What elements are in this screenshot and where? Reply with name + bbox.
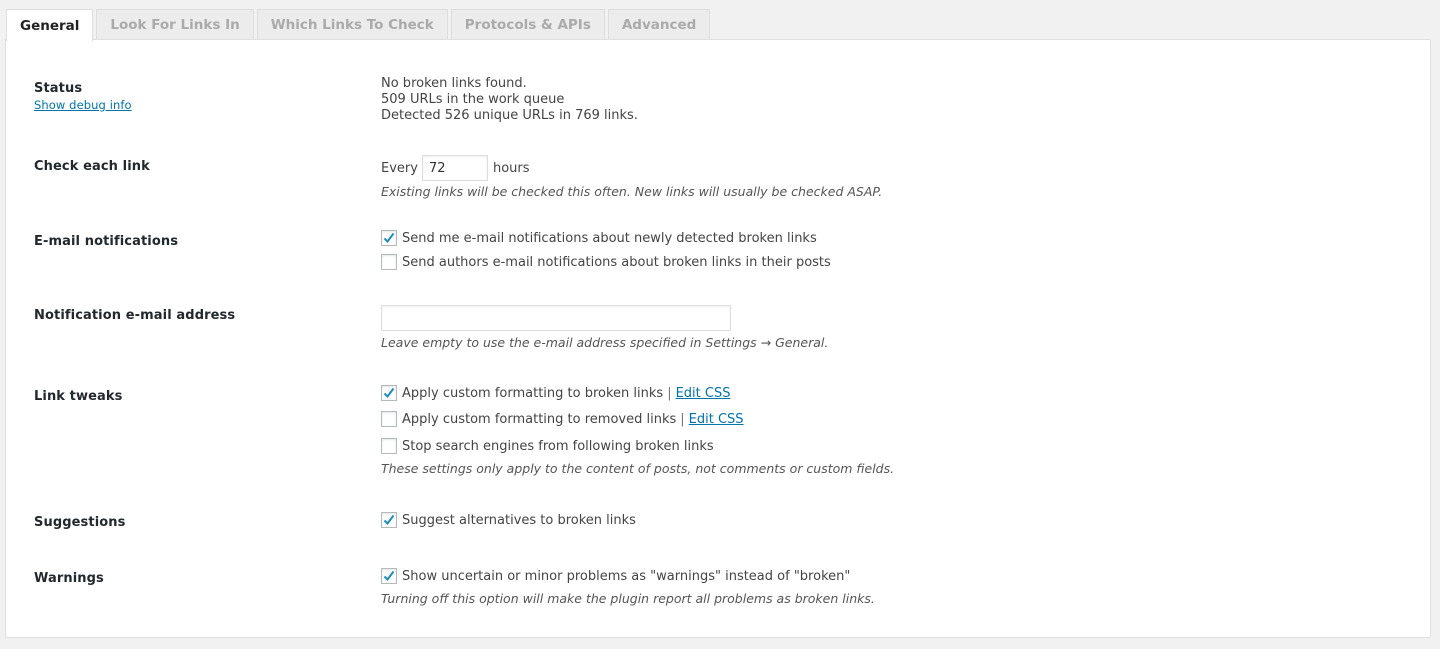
checkmark-icon	[383, 387, 395, 399]
hours-text: hours	[492, 160, 530, 176]
separator: |	[667, 385, 672, 401]
separator: |	[680, 411, 685, 427]
email-notify-authors-checkbox[interactable]	[381, 254, 397, 270]
checkmark-icon	[383, 570, 395, 582]
check-interval-description: Existing links will be checked this ofte…	[381, 184, 883, 199]
notification-email-label: Notification e-mail address	[34, 308, 236, 323]
tab-protocols-apis[interactable]: Protocols & APIs	[450, 9, 605, 40]
email-notify-authors-option[interactable]: Send authors e-mail notifications about …	[381, 253, 831, 271]
settings-panel: Status Show debug info No broken links f…	[5, 39, 1431, 638]
status-label: Status Show debug info	[34, 81, 132, 112]
email-notify-me-option[interactable]: Send me e-mail notifications about newly…	[381, 229, 831, 247]
suggestions-field: Suggest alternatives to broken links	[381, 511, 636, 529]
status-label-text: Status	[34, 81, 83, 96]
notification-email-input[interactable]	[381, 305, 731, 331]
warnings-description: Turning off this option will make the pl…	[381, 591, 875, 606]
format-removed-label: Apply custom formatting to removed links	[402, 411, 677, 427]
tab-advanced[interactable]: Advanced	[607, 9, 711, 40]
format-broken-checkbox[interactable]	[381, 385, 397, 401]
status-line-detected: Detected 526 unique URLs in 769 links.	[381, 108, 638, 123]
check-each-link-field: Every hours Existing links will be check…	[381, 154, 882, 200]
nofollow-option[interactable]: Stop search engines from following broke…	[381, 437, 894, 455]
warnings-label: Warnings	[34, 571, 104, 586]
suggest-alternatives-checkbox[interactable]	[381, 512, 397, 528]
suggest-alternatives-option[interactable]: Suggest alternatives to broken links	[381, 511, 636, 529]
format-removed-option[interactable]: Apply custom formatting to removed links…	[381, 410, 894, 428]
format-broken-option[interactable]: Apply custom formatting to broken links …	[381, 384, 894, 402]
show-warnings-label: Show uncertain or minor problems as "war…	[402, 568, 851, 584]
email-notifications-label: E-mail notifications	[34, 234, 179, 249]
nofollow-checkbox[interactable]	[381, 438, 397, 454]
link-tweaks-field: Apply custom formatting to broken links …	[381, 384, 894, 477]
show-debug-info-link[interactable]: Show debug info	[34, 98, 132, 112]
edit-css-removed-link[interactable]: Edit CSS	[689, 412, 744, 427]
email-notify-me-checkbox[interactable]	[381, 230, 397, 246]
email-notify-me-label: Send me e-mail notifications about newly…	[402, 230, 817, 246]
warnings-field: Show uncertain or minor problems as "war…	[381, 567, 875, 607]
checkmark-icon	[383, 232, 395, 244]
status-line-queue: 509 URLs in the work queue	[381, 92, 565, 107]
checkmark-icon	[383, 514, 395, 526]
tab-general[interactable]: General	[6, 9, 94, 41]
edit-css-broken-link[interactable]: Edit CSS	[676, 386, 731, 401]
nofollow-label: Stop search engines from following broke…	[402, 438, 714, 454]
notification-email-description: Leave empty to use the e-mail address sp…	[381, 335, 829, 350]
link-tweaks-description: These settings only apply to the content…	[381, 461, 895, 476]
suggestions-label: Suggestions	[34, 515, 126, 530]
tab-which-links-to-check[interactable]: Which Links To Check	[256, 9, 448, 40]
tab-look-for-links-in[interactable]: Look For Links In	[96, 9, 254, 40]
format-removed-checkbox[interactable]	[381, 411, 397, 427]
status-values: No broken links found. 509 URLs in the w…	[381, 76, 638, 124]
show-warnings-checkbox[interactable]	[381, 568, 397, 584]
suggest-alternatives-label: Suggest alternatives to broken links	[402, 512, 636, 528]
notification-email-field: Leave empty to use the e-mail address sp…	[381, 305, 828, 351]
check-each-link-label: Check each link	[34, 159, 150, 174]
status-line-broken: No broken links found.	[381, 76, 527, 91]
check-interval-input[interactable]	[421, 155, 488, 181]
email-notify-authors-label: Send authors e-mail notifications about …	[402, 254, 831, 270]
show-warnings-option[interactable]: Show uncertain or minor problems as "war…	[381, 567, 875, 585]
settings-tabs: General Look For Links In Which Links To…	[6, 9, 713, 41]
email-notifications-field: Send me e-mail notifications about newly…	[381, 229, 831, 271]
link-tweaks-label: Link tweaks	[34, 389, 123, 404]
format-broken-label: Apply custom formatting to broken links	[402, 385, 664, 401]
every-text: Every	[381, 160, 418, 176]
